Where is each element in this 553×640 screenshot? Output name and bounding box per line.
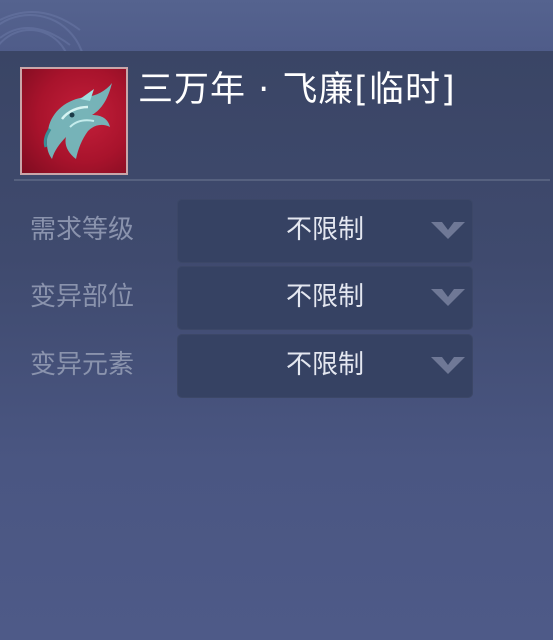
mutation-element-dropdown[interactable]: 不限制: [177, 334, 473, 398]
filter-row-mutation-element: 变异元素 不限制: [0, 334, 553, 398]
item-title: 三万年 · 飞廉[临时]: [138, 70, 456, 110]
top-decorative-strip: [0, 0, 553, 51]
filter-row-mutation-part: 变异部位 不限制: [0, 266, 553, 330]
filter-label-mutation-part: 变异部位: [30, 282, 135, 312]
swirl-pattern-icon: [0, 11, 83, 51]
item-icon[interactable]: [20, 67, 128, 175]
filter-row-required-level: 需求等级 不限制: [0, 199, 553, 263]
required-level-dropdown[interactable]: 不限制: [177, 199, 473, 263]
divider: [14, 179, 550, 181]
mutation-part-dropdown[interactable]: 不限制: [177, 266, 473, 330]
filter-label-required-level: 需求等级: [30, 215, 135, 245]
chevron-down-icon: [431, 222, 465, 239]
eagle-head-icon: [43, 83, 112, 159]
chevron-down-icon: [431, 289, 465, 306]
filter-label-mutation-element: 变异元素: [30, 350, 135, 380]
chevron-down-icon: [431, 357, 465, 374]
